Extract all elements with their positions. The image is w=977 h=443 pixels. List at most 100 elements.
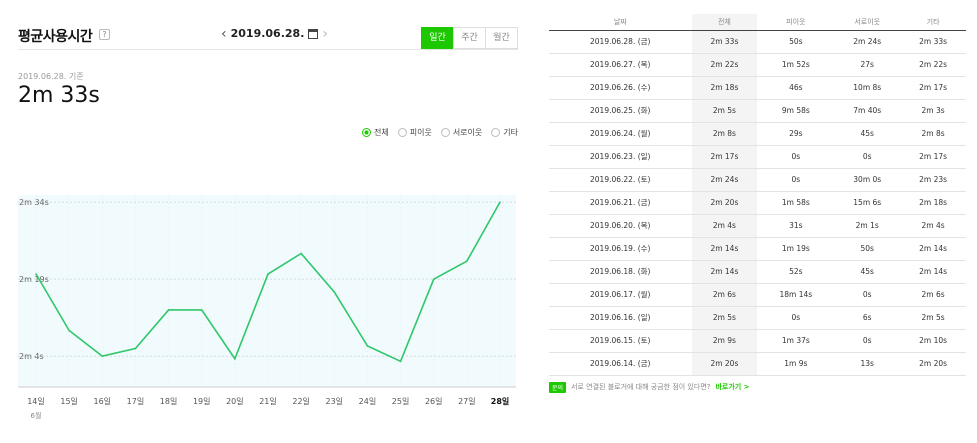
x-tick-label: 21일 [259,397,277,406]
table-row: 2019.06.16. (일) 2m 5s 0s 6s 2m 5s [549,306,966,330]
column-header-total: 전체 [691,14,758,31]
cell-mutual: 0s [834,283,901,307]
x-tick-label: 27일 [458,397,476,406]
data-point [101,355,104,357]
cell-other: 2m 8s [900,122,966,146]
table-row: 2019.06.22. (토) 2m 24s 0s 30m 0s 2m 23s [549,168,966,192]
table-row: 2019.06.23. (일) 2m 17s 0s 0s 2m 17s [549,145,966,169]
table-row: 2019.06.17. (월) 2m 6s 18m 14s 0s 2m 6s [549,283,966,307]
daily-usage-table: 날짜 전체 피이웃 서로이웃 기타 2019.06.28. (금) 2m 33s 5… [549,14,966,376]
cell-neighbor: 1m 58s [757,191,835,215]
cell-neighbor: 1m 9s [757,352,835,376]
help-notice: 문의 서로 연결된 블로거에 대해 궁금한 점이 있다면? 바로가기 > [549,381,966,393]
table-header-row: 날짜 전체 피이웃 서로이웃 기타 [549,14,966,31]
x-tick-label: 20일 [226,397,244,406]
cell-other: 2m 22s [900,53,966,77]
cell-other: 2m 14s [900,260,966,284]
cell-other: 2m 4s [900,214,966,238]
x-tick-label: 25일 [392,397,410,406]
cell-total: 2m 8s [691,122,758,146]
cell-mutual: 30m 0s [834,168,901,192]
cell-total: 2m 5s [691,306,758,330]
cell-date: 2019.06.26. (수) [549,76,692,100]
cell-other: 2m 18s [900,191,966,215]
column-header-neighbor: 피이웃 [757,14,835,31]
chevron-right-icon[interactable]: › [322,27,328,41]
radio-icon[interactable] [397,128,407,137]
filter-mutual-neighbor[interactable]: 서로이웃 [440,127,482,138]
filter-label: 전체 [373,128,389,137]
table-row: 2019.06.25. (화) 2m 5s 9m 58s 7m 40s 2m 3s [549,99,966,123]
cell-other: 2m 5s [900,306,966,330]
cell-total: 2m 20s [691,352,758,376]
column-header-mutual: 서로이웃 [834,14,901,31]
calendar-icon[interactable] [308,28,319,39]
tab-daily[interactable]: 일간 [421,27,454,49]
period-tabs: 일간 주간 월간 [421,27,518,49]
cell-neighbor: 50s [757,30,835,54]
notice-badge: 문의 [549,381,567,393]
cell-date: 2019.06.14. (금) [549,352,692,376]
data-point [35,273,37,275]
cell-mutual: 45s [834,122,901,146]
x-tick-label: 23일 [326,397,344,406]
x-month-label: 6월 [31,411,42,420]
filter-label: 기타 [503,128,518,137]
cell-date: 2019.06.15. (토) [549,329,692,353]
summary-value: 2m 33s [18,83,100,108]
help-icon[interactable]: ? [99,29,110,40]
basis-date: 2019.06.28. 기준 [18,72,84,81]
table-row: 2019.06.26. (수) 2m 18s 46s 10m 8s 2m 17s [549,76,966,100]
data-point [200,309,203,311]
data-point [68,329,70,332]
cell-neighbor: 1m 19s [757,237,835,261]
radio-icon[interactable] [361,128,371,137]
cell-neighbor: 52s [757,260,835,284]
table-row: 2019.06.24. (월) 2m 8s 29s 45s 2m 8s [549,122,966,146]
data-point [267,273,269,275]
data-point [333,291,336,293]
x-tick-label: 28일 [491,396,510,406]
date-navigator: ‹ 2019.06.28. › [221,27,328,41]
filter-all[interactable]: 전체 [361,127,389,138]
cell-date: 2019.06.21. (금) [549,191,692,215]
cell-other: 2m 3s [900,99,966,123]
x-tick-label: 18일 [160,397,178,406]
filter-neighbor[interactable]: 피이웃 [397,127,432,138]
cell-mutual: 0s [834,329,901,353]
table-row: 2019.06.14. (금) 2m 20s 1m 9s 13s 2m 20s [549,352,966,376]
cell-other: 2m 20s [900,352,966,376]
tab-monthly[interactable]: 월간 [485,27,518,49]
data-point [134,347,137,350]
notice-link[interactable]: 바로가기 > [715,382,749,392]
usage-line-chart: 2m 34s 2m 19s 2m 4s 14일 15일 16일 17일 18일 19일 20일 21… [18,195,516,420]
y-tick-label: 2m 4s [19,352,44,361]
panel-header: 평균사용시간 ? ‹ 2019.06.28. › 일간 주간 월간 [18,20,518,50]
cell-total: 2m 14s [691,260,758,284]
cell-total: 2m 5s [691,99,758,123]
radio-icon[interactable] [491,128,501,137]
cell-neighbor: 1m 37s [757,329,835,353]
filter-label: 피이웃 [409,128,432,137]
tab-weekly[interactable]: 주간 [453,27,486,49]
cell-mutual: 0s [834,145,901,169]
x-tick-label: 17일 [127,397,145,406]
cell-total: 2m 4s [691,214,758,238]
cell-other: 2m 17s [900,76,966,100]
chevron-left-icon[interactable]: ‹ [221,27,227,41]
data-point [167,309,170,311]
table-row: 2019.06.18. (화) 2m 14s 52s 45s 2m 14s [549,260,966,284]
radio-icon[interactable] [440,128,450,137]
filter-other[interactable]: 기타 [491,127,518,138]
stats-panel: 평균사용시간 ? ‹ 2019.06.28. › 일간 주간 월간 2019.0… [18,20,518,420]
data-point [300,252,302,255]
data-point [499,201,501,203]
table-row: 2019.06.15. (토) 2m 9s 1m 37s 0s 2m 10s [549,329,966,353]
cell-date: 2019.06.28. (금) [549,30,692,54]
cell-mutual: 45s [834,260,901,284]
cell-mutual: 2m 1s [834,214,901,238]
cell-other: 2m 23s [900,168,966,192]
current-date: 2019.06.28. [230,27,305,40]
table-row: 2019.06.21. (금) 2m 20s 1m 58s 15m 6s 2m 18s [549,191,966,215]
cell-total: 2m 17s [691,145,758,169]
